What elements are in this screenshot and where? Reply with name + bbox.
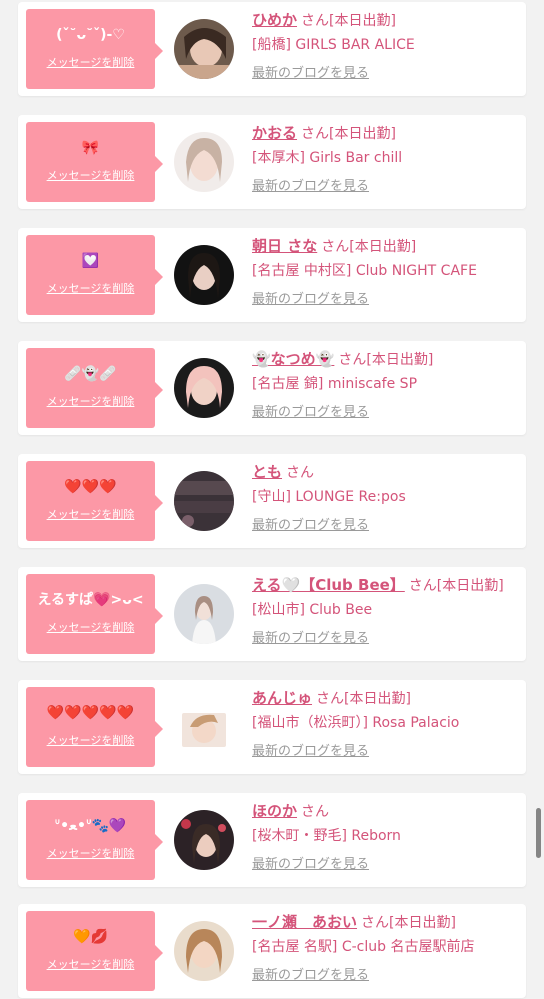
message-bubble: 🩹👻🩹 メッセージを削除 [26, 348, 163, 428]
shop-name: [福山市（松浜町）] Rosa Palacio [252, 715, 460, 731]
message-card: 💟 メッセージを削除 朝日 さな さん[本日出勤] [名古屋 中村区] Club … [18, 228, 526, 322]
scrollbar[interactable] [536, 808, 541, 858]
message-bubble: 🧡💋 メッセージを削除 [26, 911, 163, 991]
delete-message-link[interactable]: メッセージを削除 [26, 506, 155, 522]
cast-name-link[interactable]: 一ノ瀬 あおい [252, 913, 357, 931]
delete-message-link[interactable]: メッセージを削除 [26, 280, 155, 296]
message-card: えるすぱ💗>ᴗ< メッセージを削除 える🤍【Club Bee】 さん[本日出勤] … [18, 567, 526, 661]
cast-name-link[interactable]: 朝日 さな [252, 237, 317, 255]
message-bubble: ❤️❤️❤️❤️❤️ メッセージを削除 [26, 687, 163, 767]
message-text: 💟 [81, 253, 100, 269]
delete-message-link[interactable]: メッセージを削除 [26, 845, 155, 861]
cast-name-link[interactable]: える🤍【Club Bee】 [252, 576, 405, 594]
message-text: ᐡ•ﻌ•ᐡ🐾💜 [54, 818, 127, 834]
message-bubble: 🎀 メッセージを削除 [26, 122, 163, 202]
shop-name: [本厚木] Girls Bar chill [252, 150, 403, 166]
cast-name-link[interactable]: 👻なつめ👻 [252, 350, 334, 368]
status-badge: [本日出勤] [366, 352, 434, 368]
delete-message-link[interactable]: メッセージを削除 [26, 167, 155, 183]
message-card: ❤️❤️❤️❤️❤️ メッセージを削除 あんじゅ さん[本日出勤] [福山市（松浜… [18, 680, 526, 774]
avatar[interactable] [174, 471, 234, 531]
message-card: (ˇ˘ᴗ˘ˇ)-♡ メッセージを削除 ひめか さん[本日出勤] [船橋] GIRL… [18, 2, 526, 96]
blog-link[interactable]: 最新のブログを見る [252, 177, 522, 197]
cast-name-link[interactable]: あんじゅ [252, 689, 312, 707]
status-badge: [本日出勤] [436, 578, 504, 594]
message-text: 🩹👻🩹 [64, 366, 117, 382]
status-badge: [本日出勤] [329, 13, 396, 29]
avatar[interactable] [174, 810, 234, 870]
message-card: ❤️❤️❤️ メッセージを削除 とも さん [守山] LOUNGE Re:pos … [18, 454, 526, 548]
delete-message-link[interactable]: メッセージを削除 [26, 619, 155, 635]
shop-name: [松山市] Club Bee [252, 602, 373, 618]
message-bubble: ❤️❤️❤️ メッセージを削除 [26, 461, 163, 541]
cast-name-link[interactable]: とも [252, 463, 282, 481]
blog-link[interactable]: 最新のブログを見る [252, 403, 522, 423]
shop-name: [桜木町・野毛] Reborn [252, 828, 401, 844]
message-bubble: えるすぱ💗>ᴗ< メッセージを削除 [26, 574, 163, 654]
honorific: さん [361, 915, 390, 931]
message-bubble: (ˇ˘ᴗ˘ˇ)-♡ メッセージを削除 [26, 9, 163, 89]
avatar[interactable] [174, 921, 234, 981]
avatar[interactable] [174, 584, 234, 644]
shop-name: [名古屋 名駅] C-club 名古屋駅前店 [252, 939, 475, 955]
blog-link[interactable]: 最新のブログを見る [252, 516, 522, 536]
delete-message-link[interactable]: メッセージを削除 [26, 54, 155, 70]
avatar[interactable] [174, 132, 234, 192]
blog-link[interactable]: 最新のブログを見る [252, 629, 522, 649]
shop-name: [船橋] GIRLS BAR ALICE [252, 37, 415, 53]
message-card: 🧡💋 メッセージを削除 一ノ瀬 あおい さん[本日出勤] [名古屋 名駅] C-c… [18, 904, 526, 998]
honorific: さん [338, 352, 367, 368]
avatar[interactable] [174, 245, 234, 305]
cast-name-link[interactable]: ほのか [252, 802, 297, 820]
cast-name-link[interactable]: ひめか [252, 11, 297, 29]
blog-link[interactable]: 最新のブログを見る [252, 742, 522, 762]
message-card: 🩹👻🩹 メッセージを削除 👻なつめ👻 さん[本日出勤] [名古屋 錦] minis… [18, 341, 526, 435]
avatar[interactable] [174, 19, 234, 79]
blog-link[interactable]: 最新のブログを見る [252, 64, 522, 84]
blog-link[interactable]: 最新のブログを見る [252, 966, 522, 986]
shop-name: [名古屋 錦] miniscafe SP [252, 376, 418, 392]
message-list: (ˇ˘ᴗ˘ˇ)-♡ メッセージを削除 ひめか さん[本日出勤] [船橋] GIRL… [0, 0, 544, 999]
honorific: さん [286, 465, 315, 481]
status-badge: [本日出勤] [389, 915, 456, 931]
message-text: 🎀 [81, 140, 100, 156]
honorific: さん [301, 126, 330, 142]
honorific: さん [301, 13, 330, 29]
avatar[interactable] [174, 697, 234, 757]
message-bubble: ᐡ•ﻌ•ᐡ🐾💜 メッセージを削除 [26, 800, 163, 880]
avatar[interactable] [174, 358, 234, 418]
cast-name-link[interactable]: かおる [252, 124, 297, 142]
status-badge: [本日出勤] [329, 126, 396, 142]
message-text: えるすぱ💗>ᴗ< [37, 592, 144, 608]
message-text: (ˇ˘ᴗ˘ˇ)-♡ [56, 27, 125, 43]
message-bubble: 💟 メッセージを削除 [26, 235, 163, 315]
shop-name: [守山] LOUNGE Re:pos [252, 489, 406, 505]
honorific: さん [321, 239, 350, 255]
blog-link[interactable]: 最新のブログを見る [252, 290, 522, 310]
message-text: 🧡💋 [73, 929, 108, 945]
message-text: ❤️❤️❤️❤️❤️ [46, 705, 135, 721]
status-badge: [本日出勤] [344, 691, 411, 707]
delete-message-link[interactable]: メッセージを削除 [26, 732, 155, 748]
blog-link[interactable]: 最新のブログを見る [252, 855, 522, 875]
message-card: ᐡ•ﻌ•ᐡ🐾💜 メッセージを削除 ほのか さん [桜木町・野毛] Reborn 最… [18, 793, 526, 887]
message-text: ❤️❤️❤️ [64, 479, 117, 495]
delete-message-link[interactable]: メッセージを削除 [26, 956, 155, 972]
honorific: さん [408, 578, 437, 594]
message-card: 🎀 メッセージを削除 かおる さん[本日出勤] [本厚木] Girls Bar c… [18, 115, 526, 209]
delete-message-link[interactable]: メッセージを削除 [26, 393, 155, 409]
status-badge: [本日出勤] [349, 239, 417, 255]
honorific: さん [301, 804, 330, 820]
honorific: さん [316, 691, 345, 707]
shop-name: [名古屋 中村区] Club NIGHT CAFE [252, 263, 477, 279]
